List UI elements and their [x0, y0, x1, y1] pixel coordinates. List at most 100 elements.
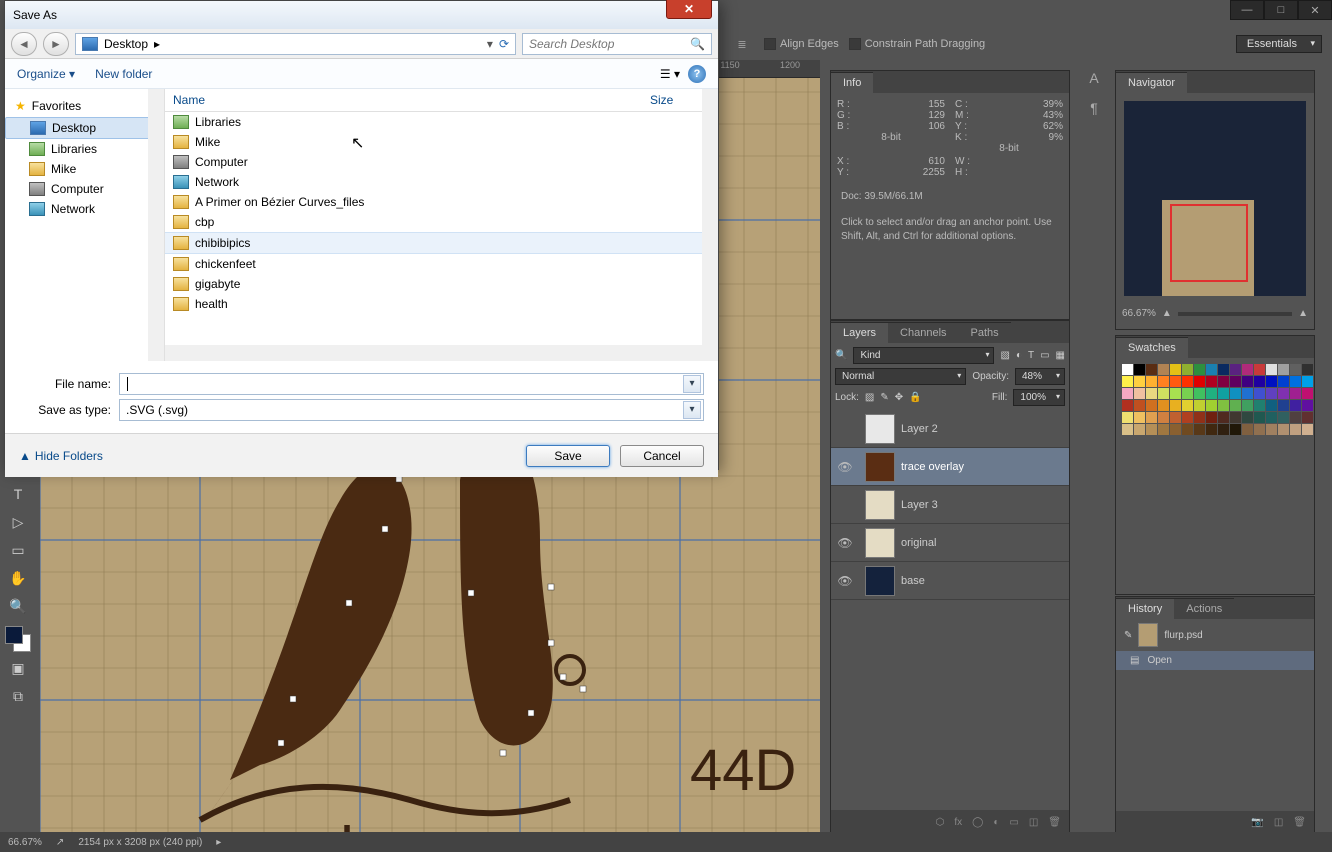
lock-transparency-icon[interactable]: ▨: [865, 392, 874, 403]
swatch[interactable]: [1254, 400, 1265, 411]
swatch[interactable]: [1158, 400, 1169, 411]
swatch[interactable]: [1146, 364, 1157, 375]
swatch[interactable]: [1254, 376, 1265, 387]
layers-tab[interactable]: Layers: [831, 322, 888, 343]
layer-row[interactable]: Layer 2: [831, 410, 1069, 448]
paths-tab[interactable]: Paths: [959, 322, 1011, 343]
col-size[interactable]: Size: [650, 93, 710, 107]
app-maximize-button[interactable]: □: [1264, 0, 1298, 20]
swatch[interactable]: [1242, 388, 1253, 399]
swatch[interactable]: [1230, 388, 1241, 399]
layer-row[interactable]: Layer 3: [831, 486, 1069, 524]
filter-type-icon[interactable]: T: [1028, 350, 1034, 361]
filter-smart-icon[interactable]: ▦: [1056, 350, 1065, 361]
file-list-item[interactable]: A Primer on Bézier Curves_files: [165, 192, 718, 212]
swatch[interactable]: [1266, 400, 1277, 411]
swatch[interactable]: [1182, 388, 1193, 399]
swatch[interactable]: [1158, 388, 1169, 399]
swatch[interactable]: [1122, 388, 1133, 399]
swatch[interactable]: [1266, 376, 1277, 387]
swatch[interactable]: [1134, 400, 1145, 411]
swatch[interactable]: [1122, 364, 1133, 375]
cancel-button[interactable]: Cancel: [620, 445, 704, 467]
info-tab[interactable]: Info: [831, 72, 873, 93]
swatch[interactable]: [1254, 364, 1265, 375]
swatch[interactable]: [1158, 412, 1169, 423]
swatch[interactable]: [1170, 388, 1181, 399]
blend-mode-select[interactable]: Normal: [835, 368, 966, 385]
organize-button[interactable]: Organize ▾: [17, 67, 75, 81]
col-name[interactable]: Name: [173, 93, 650, 107]
save-button[interactable]: Save: [526, 445, 610, 467]
swatch[interactable]: [1278, 388, 1289, 399]
file-list-item[interactable]: Mike: [165, 132, 718, 152]
lock-position-icon[interactable]: ✥: [895, 392, 903, 403]
screenmode-toggle[interactable]: ⧉: [4, 684, 32, 708]
visibility-toggle[interactable]: 👁: [831, 574, 859, 588]
refresh-icon[interactable]: ⟳: [499, 37, 509, 51]
file-list-item[interactable]: Network: [165, 172, 718, 192]
swatch[interactable]: [1218, 364, 1229, 375]
swatch[interactable]: [1194, 376, 1205, 387]
swatch[interactable]: [1302, 400, 1313, 411]
layer-row[interactable]: 👁original: [831, 524, 1069, 562]
swatch[interactable]: [1182, 400, 1193, 411]
swatch[interactable]: [1302, 364, 1313, 375]
swatch[interactable]: [1290, 388, 1301, 399]
swatch[interactable]: [1122, 424, 1133, 435]
swatch[interactable]: [1278, 376, 1289, 387]
paragraph-panel-icon[interactable]: ¶: [1090, 100, 1098, 122]
channels-tab[interactable]: Channels: [888, 322, 958, 343]
status-export-icon[interactable]: ↗: [56, 837, 64, 848]
swatch[interactable]: [1146, 400, 1157, 411]
history-camera-icon[interactable]: 📷: [1251, 817, 1263, 828]
zoom-in-icon[interactable]: ▲: [1298, 308, 1308, 319]
swatch[interactable]: [1278, 424, 1289, 435]
swatch[interactable]: [1182, 364, 1193, 375]
swatch[interactable]: [1218, 400, 1229, 411]
savetype-dropdown[interactable]: ▾: [683, 401, 701, 419]
swatch[interactable]: [1254, 388, 1265, 399]
navigator-tab[interactable]: Navigator: [1116, 72, 1187, 93]
swatch[interactable]: [1302, 388, 1313, 399]
link-layers-icon[interactable]: ⬡: [936, 817, 945, 828]
swatch[interactable]: [1206, 400, 1217, 411]
layer-kind-filter[interactable]: Kind: [853, 347, 994, 364]
swatch[interactable]: [1122, 376, 1133, 387]
swatch[interactable]: [1230, 424, 1241, 435]
swatch[interactable]: [1134, 376, 1145, 387]
visibility-toggle[interactable]: 👁: [831, 460, 859, 474]
swatch[interactable]: [1290, 364, 1301, 375]
swatch[interactable]: [1254, 424, 1265, 435]
view-mode-button[interactable]: ☰ ▾: [660, 67, 680, 81]
app-close-button[interactable]: ✕: [1298, 0, 1332, 20]
fx-button[interactable]: fx: [954, 817, 962, 828]
tree-item[interactable]: Network: [5, 199, 164, 219]
constrain-path-checkbox[interactable]: [849, 38, 861, 50]
swatch[interactable]: [1158, 376, 1169, 387]
swatch[interactable]: [1206, 388, 1217, 399]
swatch[interactable]: [1242, 400, 1253, 411]
tree-item[interactable]: Libraries: [5, 139, 164, 159]
swatch[interactable]: [1122, 400, 1133, 411]
status-zoom[interactable]: 66.67%: [8, 837, 42, 848]
swatch[interactable]: [1146, 424, 1157, 435]
swatch[interactable]: [1242, 412, 1253, 423]
list-scrollbar[interactable]: [702, 89, 718, 361]
swatch[interactable]: [1230, 400, 1241, 411]
swatch[interactable]: [1206, 376, 1217, 387]
dialog-close-button[interactable]: ✕: [666, 0, 712, 19]
swatch[interactable]: [1230, 412, 1241, 423]
swatch[interactable]: [1302, 424, 1313, 435]
file-list-item[interactable]: gigabyte: [165, 274, 718, 294]
group-button[interactable]: ▭: [1009, 817, 1018, 828]
swatch[interactable]: [1242, 376, 1253, 387]
tree-item[interactable]: Mike: [5, 159, 164, 179]
swatch[interactable]: [1278, 364, 1289, 375]
swatch[interactable]: [1194, 364, 1205, 375]
rectangle-tool[interactable]: ▭: [4, 538, 32, 562]
swatch[interactable]: [1290, 376, 1301, 387]
tree-scrollbar[interactable]: [148, 89, 164, 361]
swatch[interactable]: [1278, 412, 1289, 423]
history-document[interactable]: ✎ flurp.psd: [1116, 619, 1314, 651]
